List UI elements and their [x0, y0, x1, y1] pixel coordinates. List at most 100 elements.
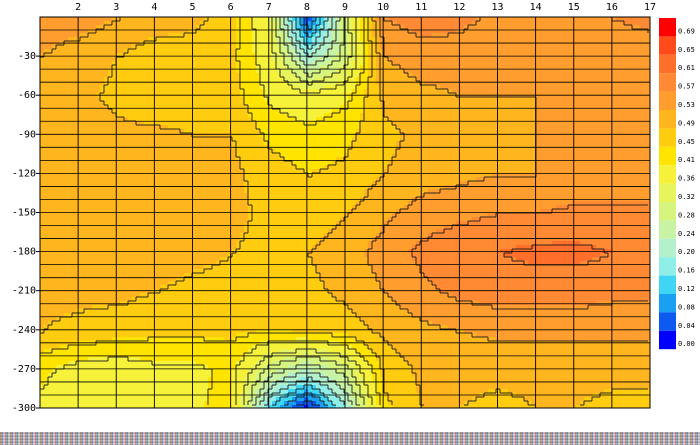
field-cell [256, 85, 260, 89]
field-cell [40, 37, 44, 41]
field-cell [476, 137, 480, 141]
field-cell [544, 113, 548, 117]
field-cell [336, 25, 340, 29]
field-cell [404, 97, 408, 101]
field-cell [136, 61, 140, 65]
field-cell [420, 125, 424, 129]
field-cell [80, 85, 84, 89]
field-cell [324, 77, 328, 81]
field-cell [528, 113, 532, 117]
field-cell [468, 105, 472, 109]
field-cell [492, 57, 496, 61]
field-cell [420, 101, 424, 105]
field-cell [612, 77, 616, 81]
field-cell [136, 129, 140, 133]
field-cell [436, 109, 440, 113]
field-cell [156, 25, 160, 29]
field-cell [448, 137, 452, 141]
field-cell [432, 49, 436, 53]
field-cell [516, 101, 520, 105]
field-cell [524, 33, 528, 37]
field-cell [436, 125, 440, 129]
field-cell [312, 81, 316, 85]
field-cell [296, 109, 300, 113]
field-cell [460, 49, 464, 53]
field-cell [240, 17, 244, 21]
field-cell [112, 21, 116, 25]
field-cell [632, 81, 636, 85]
field-cell [440, 25, 444, 29]
field-cell [300, 97, 304, 101]
field-cell [144, 117, 148, 121]
field-cell [124, 53, 128, 57]
field-cell [164, 133, 168, 137]
field-cell [416, 117, 420, 121]
field-cell [60, 117, 64, 121]
field-cell [420, 73, 424, 77]
field-cell [176, 37, 180, 41]
field-cell [464, 101, 468, 105]
field-cell [420, 117, 424, 121]
field-cell [308, 49, 312, 53]
field-cell [244, 73, 248, 77]
field-cell [556, 61, 560, 65]
field-cell [404, 77, 408, 81]
field-cell [232, 25, 236, 29]
field-cell [500, 97, 504, 101]
field-cell [140, 69, 144, 73]
field-cell [272, 113, 276, 117]
field-cell [164, 137, 168, 141]
field-cell [96, 129, 100, 133]
field-cell [176, 81, 180, 85]
field-cell [372, 125, 376, 129]
field-cell [180, 77, 184, 81]
field-cell [556, 133, 560, 137]
field-cell [508, 21, 512, 25]
field-cell [100, 73, 104, 77]
field-cell [484, 17, 488, 21]
field-cell [396, 89, 400, 93]
field-cell [420, 69, 424, 73]
field-cell [140, 77, 144, 81]
field-cell [444, 113, 448, 117]
field-cell [88, 57, 92, 61]
field-cell [232, 85, 236, 89]
field-cell [216, 105, 220, 109]
field-cell [364, 57, 368, 61]
field-cell [56, 53, 60, 57]
field-cell [52, 125, 56, 129]
field-cell [596, 33, 600, 37]
field-cell [612, 101, 616, 105]
field-cell [372, 141, 376, 145]
field-cell [164, 57, 168, 61]
field-cell [616, 125, 620, 129]
field-cell [616, 25, 620, 29]
field-cell [188, 25, 192, 29]
field-cell [220, 101, 224, 105]
field-cell [40, 97, 44, 101]
field-cell [576, 97, 580, 101]
field-cell [584, 113, 588, 117]
field-cell [600, 33, 604, 37]
field-cell [252, 101, 256, 105]
field-cell [120, 57, 124, 61]
field-cell [240, 129, 244, 133]
field-cell [600, 21, 604, 25]
field-cell [504, 33, 508, 37]
field-cell [120, 73, 124, 77]
field-cell [220, 109, 224, 113]
field-cell [588, 69, 592, 73]
field-cell [460, 21, 464, 25]
field-cell [168, 105, 172, 109]
field-cell [496, 21, 500, 25]
field-cell [468, 49, 472, 53]
field-cell [92, 101, 96, 105]
field-cell [124, 21, 128, 25]
field-cell [400, 109, 404, 113]
field-cell [100, 57, 104, 61]
field-cell [296, 125, 300, 129]
field-cell [524, 17, 528, 21]
field-cell [592, 69, 596, 73]
field-cell [272, 117, 276, 121]
field-cell [512, 89, 516, 93]
